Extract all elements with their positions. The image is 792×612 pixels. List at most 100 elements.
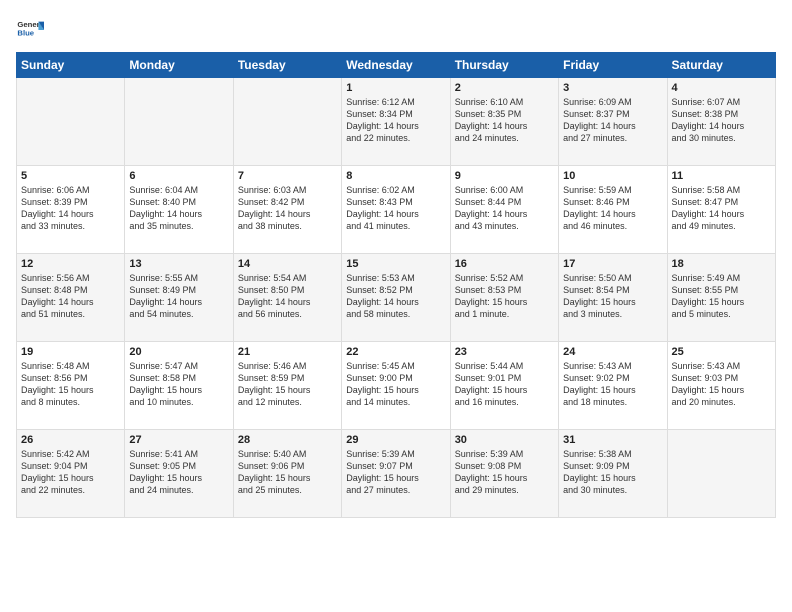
day-info: Sunrise: 5:43 AM Sunset: 9:03 PM Dayligh… xyxy=(672,360,771,409)
day-info: Sunrise: 6:12 AM Sunset: 8:34 PM Dayligh… xyxy=(346,96,445,145)
calendar-cell: 21Sunrise: 5:46 AM Sunset: 8:59 PM Dayli… xyxy=(233,342,341,430)
day-number: 16 xyxy=(455,258,554,270)
calendar-cell: 13 Sunrise: 5:55 AM Sunset: 8:49 PM Dayli… xyxy=(125,254,233,342)
calendar-cell xyxy=(667,430,775,518)
header-tuesday: Tuesday xyxy=(233,53,341,78)
calendar-cell: 29 Sunrise: 5:39 AM Sunset: 9:07 PM Dayli… xyxy=(342,430,450,518)
day-info: Sunrise: 6:06 AM Sunset: 8:39 PM Dayligh… xyxy=(21,184,120,233)
day-number: 1 xyxy=(346,82,445,94)
day-info: Sunrise: 5:41 AM Sunset: 9:05 PM Dayligh… xyxy=(129,448,228,497)
day-info: Sunrise: 5:46 AM Sunset: 8:59 PM Dayligh… xyxy=(238,360,337,409)
day-info: Sunrise: 5:55 AM Sunset: 8:49 PM Dayligh… xyxy=(129,272,228,321)
calendar-cell: 7 Sunrise: 6:03 AM Sunset: 8:42 PM Daylig… xyxy=(233,166,341,254)
calendar-cell: 24 Sunrise: 5:43 AM Sunset: 9:02 PM Dayli… xyxy=(559,342,667,430)
day-info: Sunrise: 6:10 AM Sunset: 8:35 PM Dayligh… xyxy=(455,96,554,145)
day-info: Sunrise: 6:02 AM Sunset: 8:43 PM Dayligh… xyxy=(346,184,445,233)
day-info: Sunrise: 5:40 AM Sunset: 9:06 PM Dayligh… xyxy=(238,448,337,497)
day-number: 27 xyxy=(129,434,228,446)
day-number: 26 xyxy=(21,434,120,446)
day-number: 9 xyxy=(455,170,554,182)
calendar-cell: 15 Sunrise: 5:53 AM Sunset: 8:52 PM Dayli… xyxy=(342,254,450,342)
week-row-2: 5 Sunrise: 6:06 AM Sunset: 8:39 PM Daylig… xyxy=(17,166,776,254)
calendar-cell: 23Sunrise: 5:44 AM Sunset: 9:01 PM Dayli… xyxy=(450,342,558,430)
logo: General Blue xyxy=(16,16,44,44)
day-number: 10 xyxy=(563,170,662,182)
day-info: Sunrise: 6:03 AM Sunset: 8:42 PM Dayligh… xyxy=(238,184,337,233)
page-header: General Blue xyxy=(16,16,776,44)
day-number: 20 xyxy=(129,346,228,358)
day-number: 24 xyxy=(563,346,662,358)
week-row-4: 19Sunrise: 5:48 AM Sunset: 8:56 PM Dayli… xyxy=(17,342,776,430)
day-number: 14 xyxy=(238,258,337,270)
calendar-cell: 22 Sunrise: 5:45 AM Sunset: 9:00 PM Dayli… xyxy=(342,342,450,430)
day-info: Sunrise: 6:00 AM Sunset: 8:44 PM Dayligh… xyxy=(455,184,554,233)
calendar-body: 1 Sunrise: 6:12 AM Sunset: 8:34 PM Daylig… xyxy=(17,78,776,518)
week-row-1: 1 Sunrise: 6:12 AM Sunset: 8:34 PM Daylig… xyxy=(17,78,776,166)
week-row-5: 26 Sunrise: 5:42 AM Sunset: 9:04 PM Dayli… xyxy=(17,430,776,518)
calendar-cell: 11 Sunrise: 5:58 AM Sunset: 8:47 PM Dayli… xyxy=(667,166,775,254)
calendar-table: SundayMondayTuesdayWednesdayThursdayFrid… xyxy=(16,52,776,518)
day-number: 12 xyxy=(21,258,120,270)
day-info: Sunrise: 6:07 AM Sunset: 8:38 PM Dayligh… xyxy=(672,96,771,145)
calendar-cell: 17Sunrise: 5:50 AM Sunset: 8:54 PM Dayli… xyxy=(559,254,667,342)
day-info: Sunrise: 5:56 AM Sunset: 8:48 PM Dayligh… xyxy=(21,272,120,321)
day-info: Sunrise: 5:39 AM Sunset: 9:07 PM Dayligh… xyxy=(346,448,445,497)
day-number: 13 xyxy=(129,258,228,270)
calendar-cell xyxy=(125,78,233,166)
calendar-cell: 3Sunrise: 6:09 AM Sunset: 8:37 PM Daylig… xyxy=(559,78,667,166)
day-number: 7 xyxy=(238,170,337,182)
day-number: 31 xyxy=(563,434,662,446)
calendar-header: SundayMondayTuesdayWednesdayThursdayFrid… xyxy=(17,53,776,78)
day-info: Sunrise: 5:47 AM Sunset: 8:58 PM Dayligh… xyxy=(129,360,228,409)
day-info: Sunrise: 5:49 AM Sunset: 8:55 PM Dayligh… xyxy=(672,272,771,321)
calendar-cell: 2 Sunrise: 6:10 AM Sunset: 8:35 PM Daylig… xyxy=(450,78,558,166)
day-number: 28 xyxy=(238,434,337,446)
week-row-3: 12 Sunrise: 5:56 AM Sunset: 8:48 PM Dayli… xyxy=(17,254,776,342)
day-info: Sunrise: 5:42 AM Sunset: 9:04 PM Dayligh… xyxy=(21,448,120,497)
calendar-cell: 10Sunrise: 5:59 AM Sunset: 8:46 PM Dayli… xyxy=(559,166,667,254)
calendar-cell: 4 Sunrise: 6:07 AM Sunset: 8:38 PM Daylig… xyxy=(667,78,775,166)
day-number: 4 xyxy=(672,82,771,94)
day-number: 19 xyxy=(21,346,120,358)
day-number: 22 xyxy=(346,346,445,358)
day-info: Sunrise: 6:04 AM Sunset: 8:40 PM Dayligh… xyxy=(129,184,228,233)
day-number: 23 xyxy=(455,346,554,358)
calendar-cell: 12 Sunrise: 5:56 AM Sunset: 8:48 PM Dayli… xyxy=(17,254,125,342)
calendar-cell: 8 Sunrise: 6:02 AM Sunset: 8:43 PM Daylig… xyxy=(342,166,450,254)
day-info: Sunrise: 5:54 AM Sunset: 8:50 PM Dayligh… xyxy=(238,272,337,321)
calendar-cell xyxy=(17,78,125,166)
header-row: SundayMondayTuesdayWednesdayThursdayFrid… xyxy=(17,53,776,78)
day-info: Sunrise: 5:52 AM Sunset: 8:53 PM Dayligh… xyxy=(455,272,554,321)
day-info: Sunrise: 5:45 AM Sunset: 9:00 PM Dayligh… xyxy=(346,360,445,409)
calendar-cell: 25 Sunrise: 5:43 AM Sunset: 9:03 PM Dayli… xyxy=(667,342,775,430)
header-wednesday: Wednesday xyxy=(342,53,450,78)
day-number: 30 xyxy=(455,434,554,446)
svg-text:Blue: Blue xyxy=(17,29,34,38)
day-info: Sunrise: 5:53 AM Sunset: 8:52 PM Dayligh… xyxy=(346,272,445,321)
day-number: 8 xyxy=(346,170,445,182)
day-number: 18 xyxy=(672,258,771,270)
day-number: 3 xyxy=(563,82,662,94)
header-thursday: Thursday xyxy=(450,53,558,78)
day-number: 2 xyxy=(455,82,554,94)
calendar-cell: 18 Sunrise: 5:49 AM Sunset: 8:55 PM Dayli… xyxy=(667,254,775,342)
calendar-cell: 20 Sunrise: 5:47 AM Sunset: 8:58 PM Dayli… xyxy=(125,342,233,430)
day-info: Sunrise: 5:38 AM Sunset: 9:09 PM Dayligh… xyxy=(563,448,662,497)
day-info: Sunrise: 5:43 AM Sunset: 9:02 PM Dayligh… xyxy=(563,360,662,409)
logo-icon: General Blue xyxy=(16,16,44,44)
day-number: 29 xyxy=(346,434,445,446)
day-number: 11 xyxy=(672,170,771,182)
calendar-cell: 31 Sunrise: 5:38 AM Sunset: 9:09 PM Dayli… xyxy=(559,430,667,518)
calendar-cell: 28 Sunrise: 5:40 AM Sunset: 9:06 PM Dayli… xyxy=(233,430,341,518)
calendar-cell: 19Sunrise: 5:48 AM Sunset: 8:56 PM Dayli… xyxy=(17,342,125,430)
header-monday: Monday xyxy=(125,53,233,78)
day-number: 25 xyxy=(672,346,771,358)
day-number: 15 xyxy=(346,258,445,270)
calendar-cell: 30Sunrise: 5:39 AM Sunset: 9:08 PM Dayli… xyxy=(450,430,558,518)
calendar-cell xyxy=(233,78,341,166)
header-saturday: Saturday xyxy=(667,53,775,78)
day-info: Sunrise: 5:58 AM Sunset: 8:47 PM Dayligh… xyxy=(672,184,771,233)
day-number: 5 xyxy=(21,170,120,182)
calendar-cell: 1 Sunrise: 6:12 AM Sunset: 8:34 PM Daylig… xyxy=(342,78,450,166)
header-friday: Friday xyxy=(559,53,667,78)
